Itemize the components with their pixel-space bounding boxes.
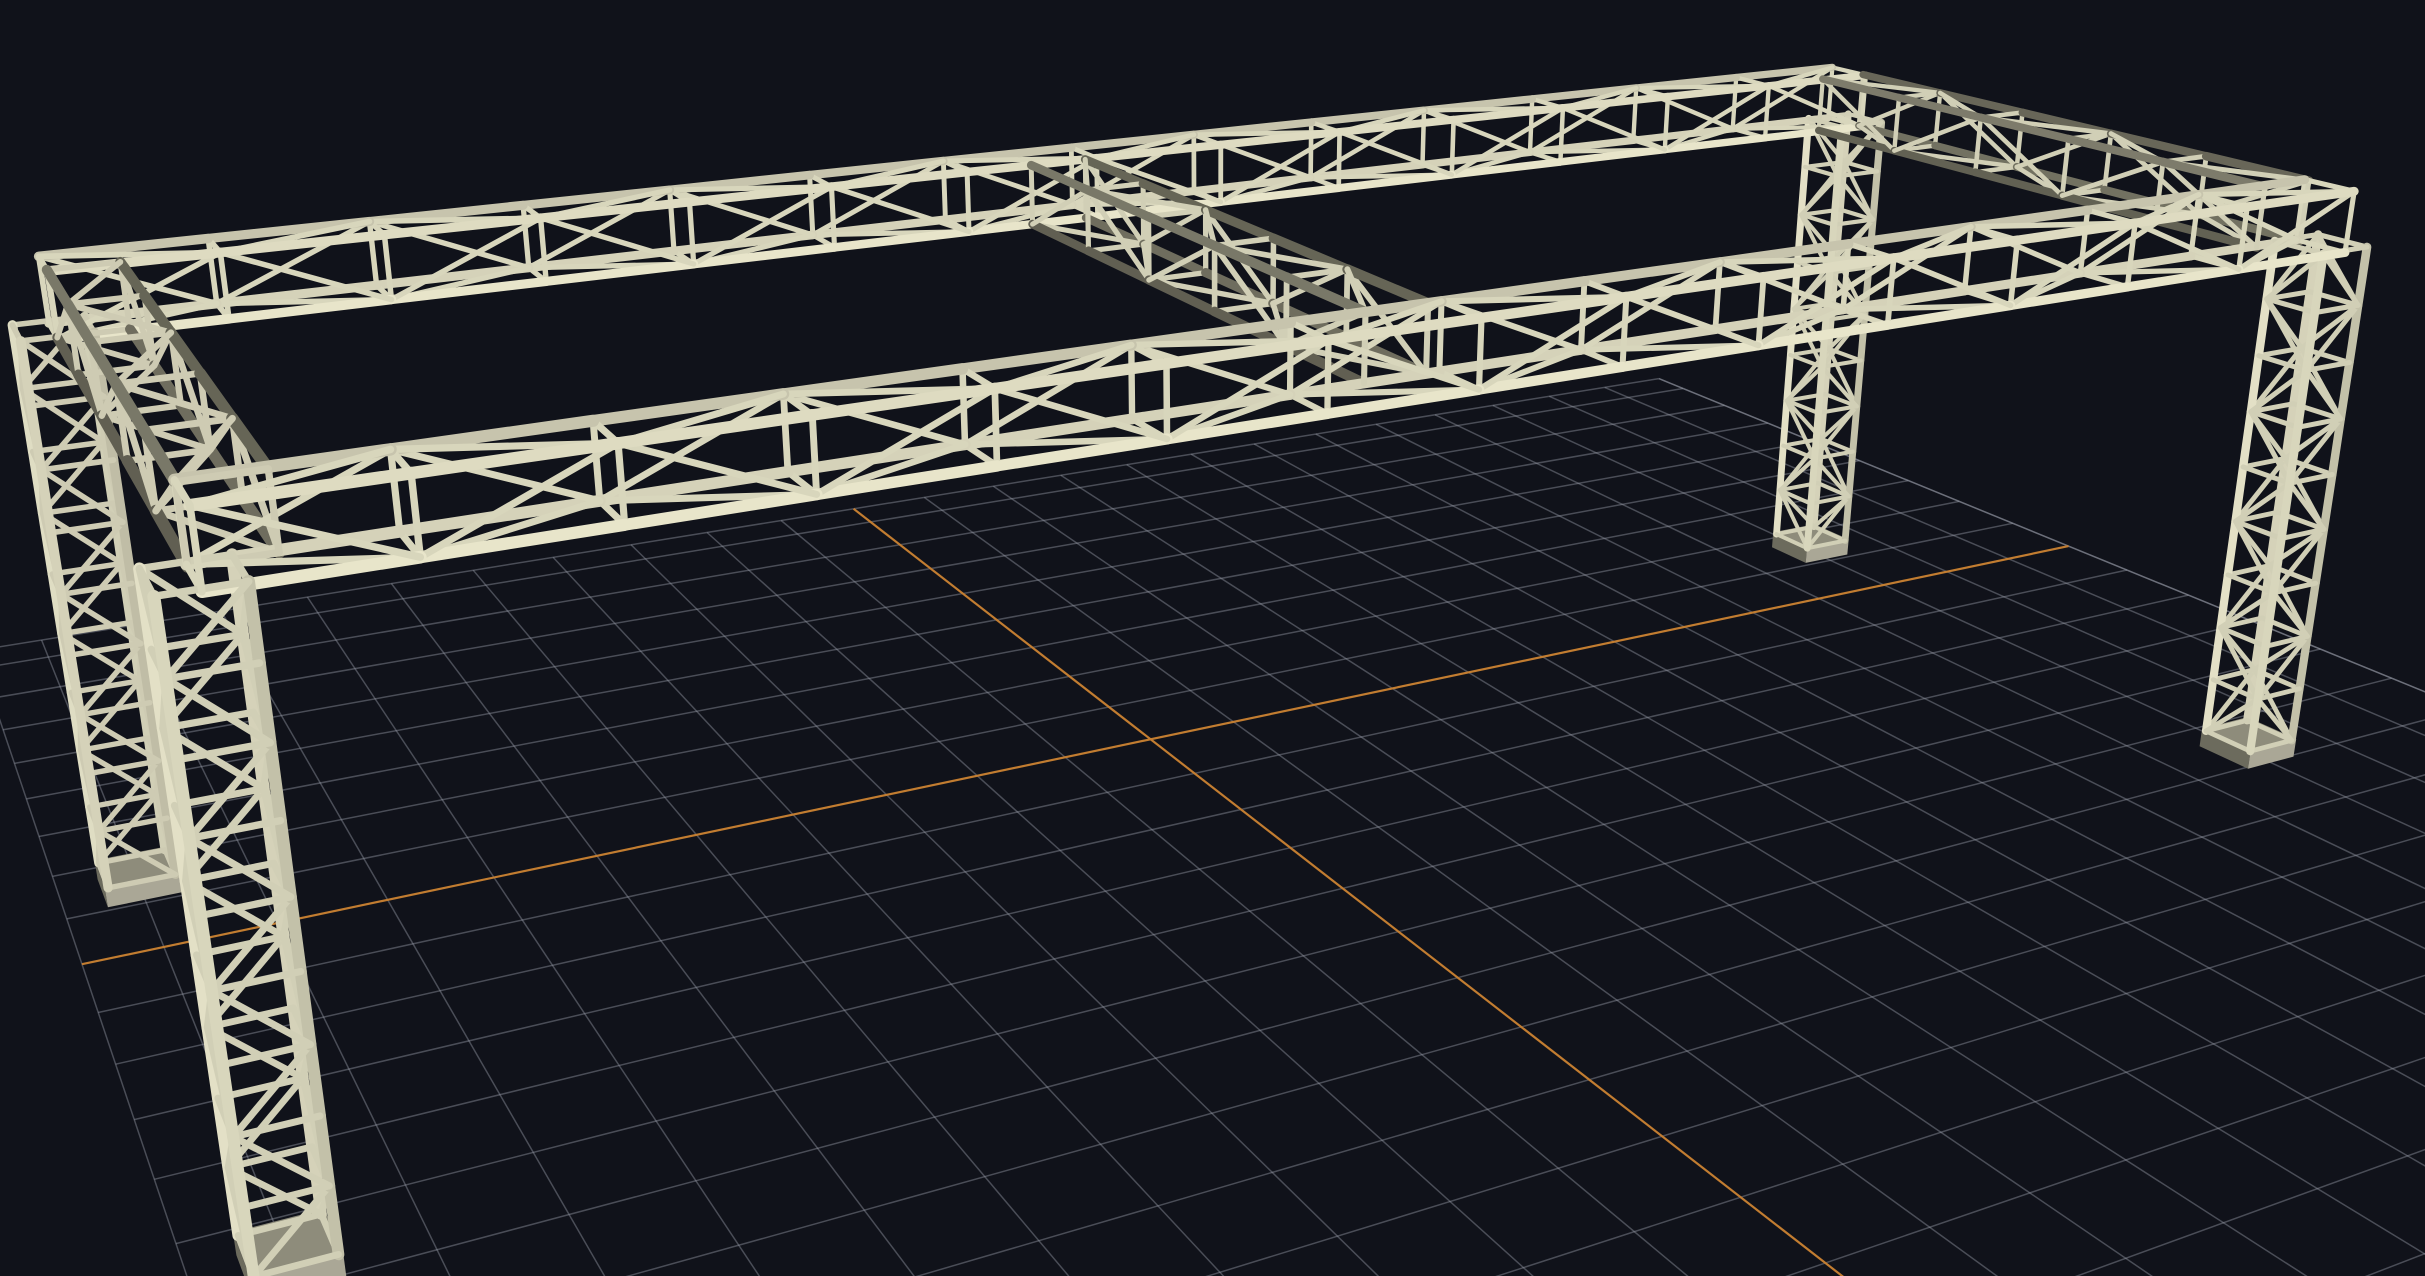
3d-viewport[interactable] [0,0,2425,1276]
scene-canvas [0,0,2425,1276]
